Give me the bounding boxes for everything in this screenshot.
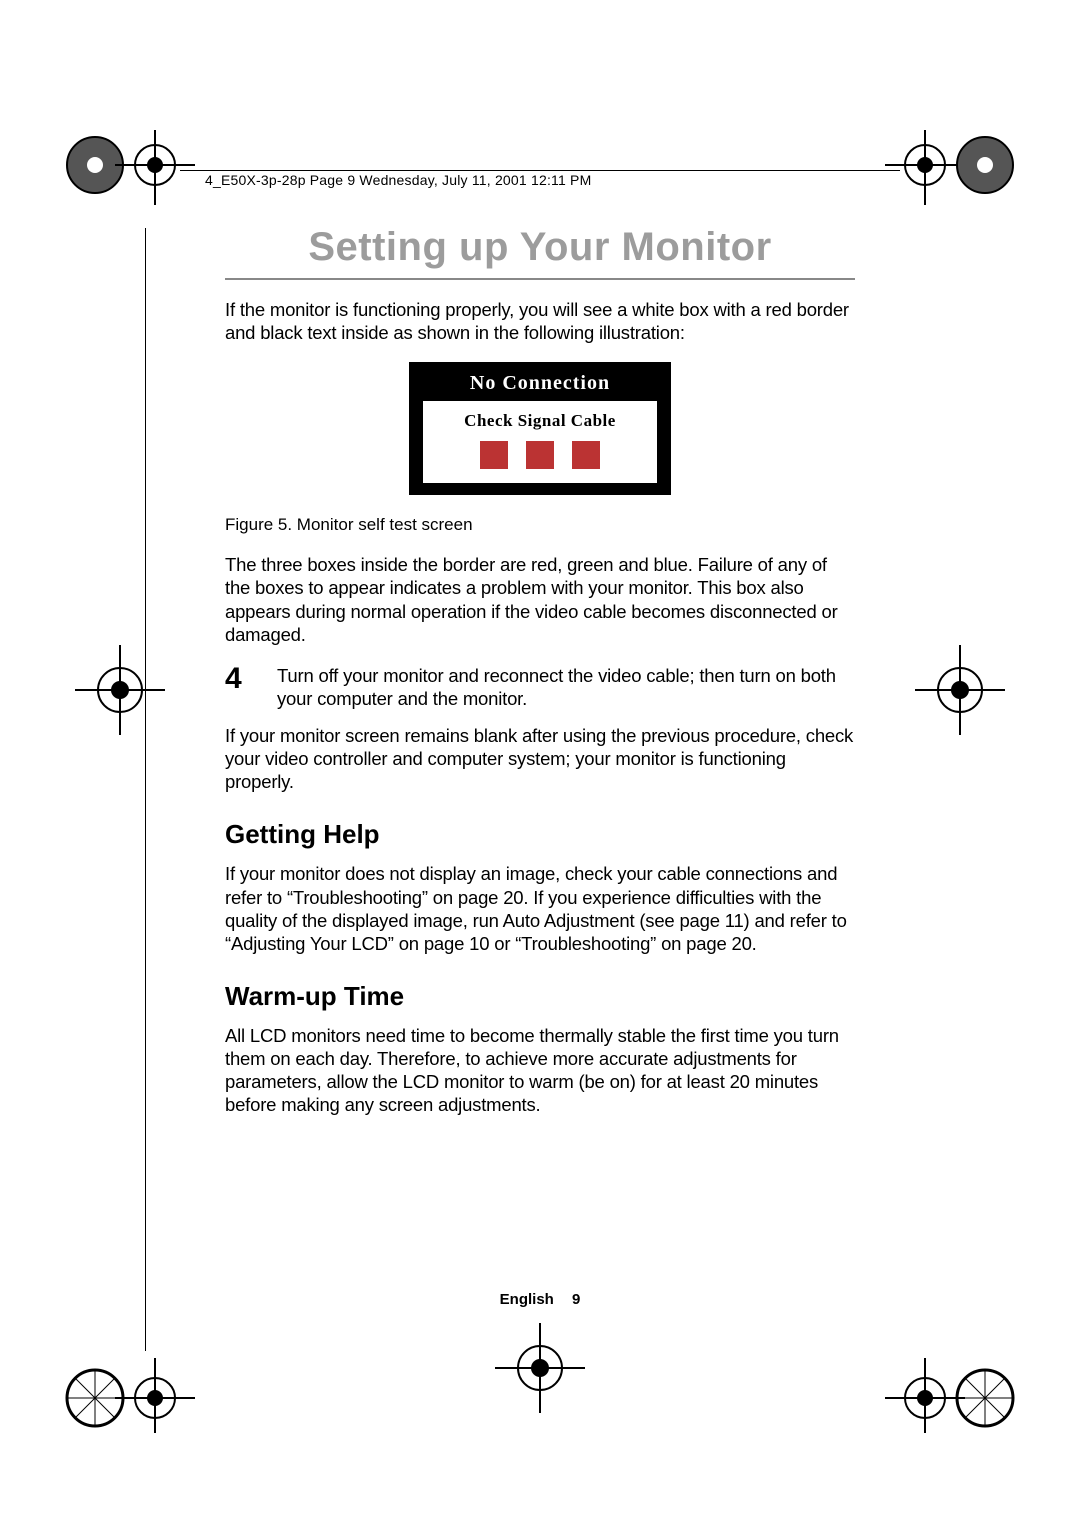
step-text: Turn off your monitor and reconnect the … xyxy=(277,664,855,710)
heading-getting-help: Getting Help xyxy=(225,819,855,850)
rgb-box-green xyxy=(526,441,554,469)
rgb-box-red xyxy=(480,441,508,469)
print-file-header: 4_E50X-3p-28p Page 9 Wednesday, July 11,… xyxy=(205,172,591,188)
footer-page-number: 9 xyxy=(572,1291,580,1308)
figure-caption: Figure 5. Monitor self test screen xyxy=(225,515,855,535)
crop-mark-top-left xyxy=(60,130,250,250)
diagram-title: No Connection xyxy=(409,372,671,395)
self-test-diagram: No Connection Check Signal Cable xyxy=(225,362,855,495)
crop-mark-bottom-left xyxy=(60,1313,250,1433)
rgb-box-blue xyxy=(572,441,600,469)
step-number: 4 xyxy=(225,664,253,710)
heading-warm-up: Warm-up Time xyxy=(225,981,855,1012)
step-4: 4 Turn off your monitor and reconnect th… xyxy=(225,664,855,710)
intro-paragraph: If the monitor is functioning properly, … xyxy=(225,298,855,344)
crop-mark-bottom-mid xyxy=(480,1308,600,1428)
crop-mark-bottom-right xyxy=(830,1313,1020,1433)
diagram-subtitle: Check Signal Cable xyxy=(423,411,657,431)
crop-mark-top-right xyxy=(830,130,1020,250)
crop-mark-left-mid xyxy=(60,630,180,750)
title-rule xyxy=(225,278,855,280)
getting-help-paragraph: If your monitor does not display an imag… xyxy=(225,862,855,955)
page-footer: English 9 xyxy=(0,1291,1080,1308)
after-step-paragraph: If your monitor screen remains blank aft… xyxy=(225,724,855,793)
warm-up-paragraph: All LCD monitors need time to become the… xyxy=(225,1024,855,1117)
footer-language: English xyxy=(500,1291,554,1308)
rgb-explanation: The three boxes inside the border are re… xyxy=(225,553,855,646)
page-title: Setting up Your Monitor xyxy=(225,225,855,270)
crop-mark-right-mid xyxy=(900,630,1020,750)
